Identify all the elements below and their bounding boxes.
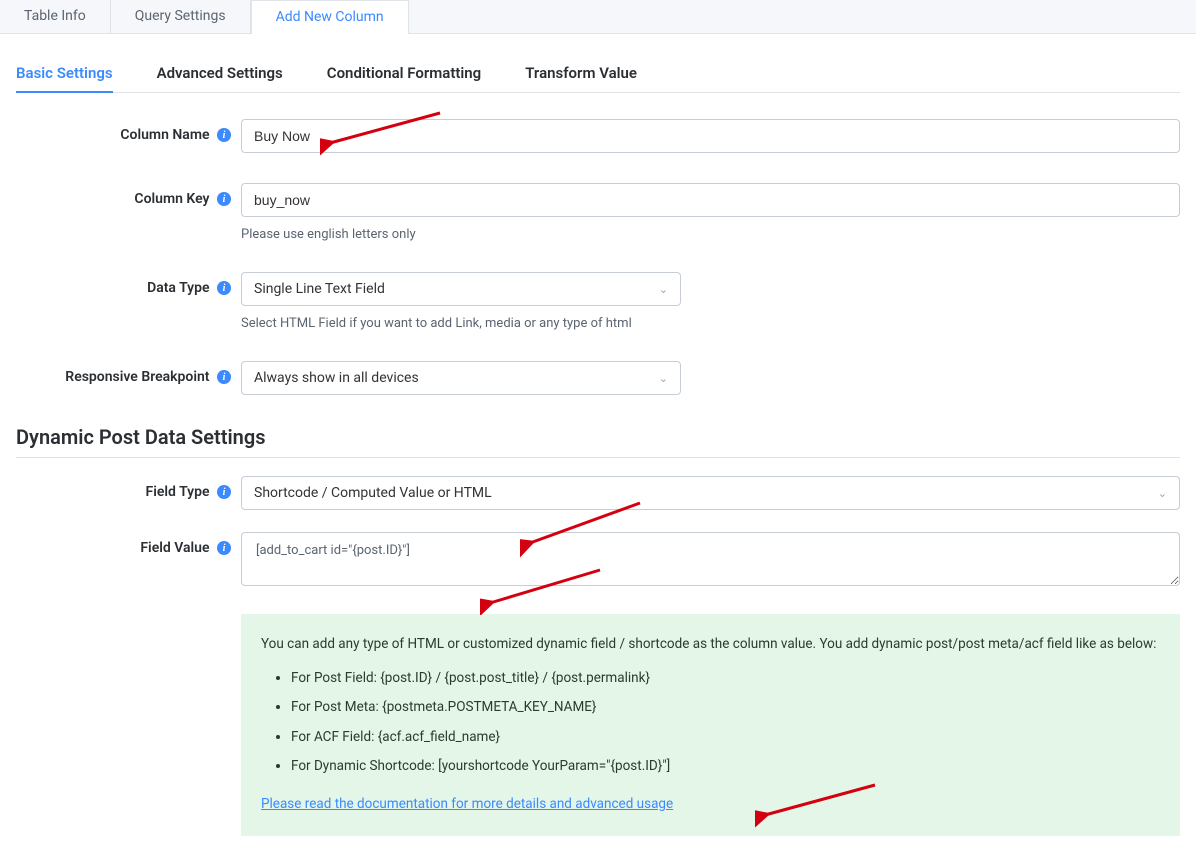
- info-box: You can add any type of HTML or customiz…: [241, 614, 1180, 836]
- responsive-breakpoint-select[interactable]: Always show in all devices ⌄: [241, 361, 681, 395]
- documentation-link[interactable]: Please read the documentation for more d…: [261, 796, 673, 812]
- dynamic-post-data-heading: Dynamic Post Data Settings: [16, 425, 1180, 458]
- info-icon[interactable]: i: [217, 370, 231, 384]
- info-icon[interactable]: i: [217, 541, 231, 555]
- tab-query-settings[interactable]: Query Settings: [111, 0, 251, 33]
- chevron-down-icon: ⌄: [659, 372, 668, 385]
- data-type-label: Data Type i: [16, 272, 241, 296]
- info-icon[interactable]: i: [217, 128, 231, 142]
- info-box-item: For Dynamic Shortcode: [yourshortcode Yo…: [291, 756, 1160, 778]
- responsive-breakpoint-label: Responsive Breakpoint i: [16, 361, 241, 385]
- subtab-conditional-formatting[interactable]: Conditional Formatting: [327, 64, 481, 92]
- field-value-input[interactable]: [add_to_cart id="{post.ID}"]: [241, 532, 1180, 586]
- data-type-select[interactable]: Single Line Text Field ⌄: [241, 272, 681, 306]
- subtab-advanced-settings[interactable]: Advanced Settings: [157, 64, 283, 92]
- info-box-list: For Post Field: {post.ID} / {post.post_t…: [291, 668, 1160, 778]
- chevron-down-icon: ⌄: [1158, 487, 1167, 500]
- info-icon[interactable]: i: [217, 485, 231, 499]
- info-icon[interactable]: i: [217, 281, 231, 295]
- info-box-item: For ACF Field: {acf.acf_field_name}: [291, 727, 1160, 749]
- info-box-intro: You can add any type of HTML or customiz…: [261, 634, 1160, 656]
- info-icon[interactable]: i: [217, 192, 231, 206]
- field-type-select[interactable]: Shortcode / Computed Value or HTML ⌄: [241, 476, 1180, 510]
- subtab-basic-settings[interactable]: Basic Settings: [16, 64, 113, 92]
- column-name-input[interactable]: [241, 119, 1180, 153]
- data-type-helper: Select HTML Field if you want to add Lin…: [241, 316, 1180, 331]
- chevron-down-icon: ⌄: [659, 283, 668, 296]
- column-key-helper: Please use english letters only: [241, 227, 1180, 242]
- info-box-item: For Post Field: {post.ID} / {post.post_t…: [291, 668, 1160, 690]
- info-box-item: For Post Meta: {postmeta.POSTMETA_KEY_NA…: [291, 697, 1160, 719]
- top-tabs-container: Table Info Query Settings Add New Column: [0, 0, 1196, 34]
- field-type-label: Field Type i: [16, 476, 241, 500]
- tab-table-info[interactable]: Table Info: [0, 0, 111, 33]
- field-value-label: Field Value i: [16, 532, 241, 556]
- column-key-label: Column Key i: [16, 183, 241, 207]
- column-key-input[interactable]: [241, 183, 1180, 217]
- column-name-label: Column Name i: [16, 119, 241, 143]
- subtab-transform-value[interactable]: Transform Value: [525, 64, 637, 92]
- tab-add-new-column[interactable]: Add New Column: [251, 0, 409, 34]
- sub-tabs-container: Basic Settings Advanced Settings Conditi…: [16, 64, 1180, 93]
